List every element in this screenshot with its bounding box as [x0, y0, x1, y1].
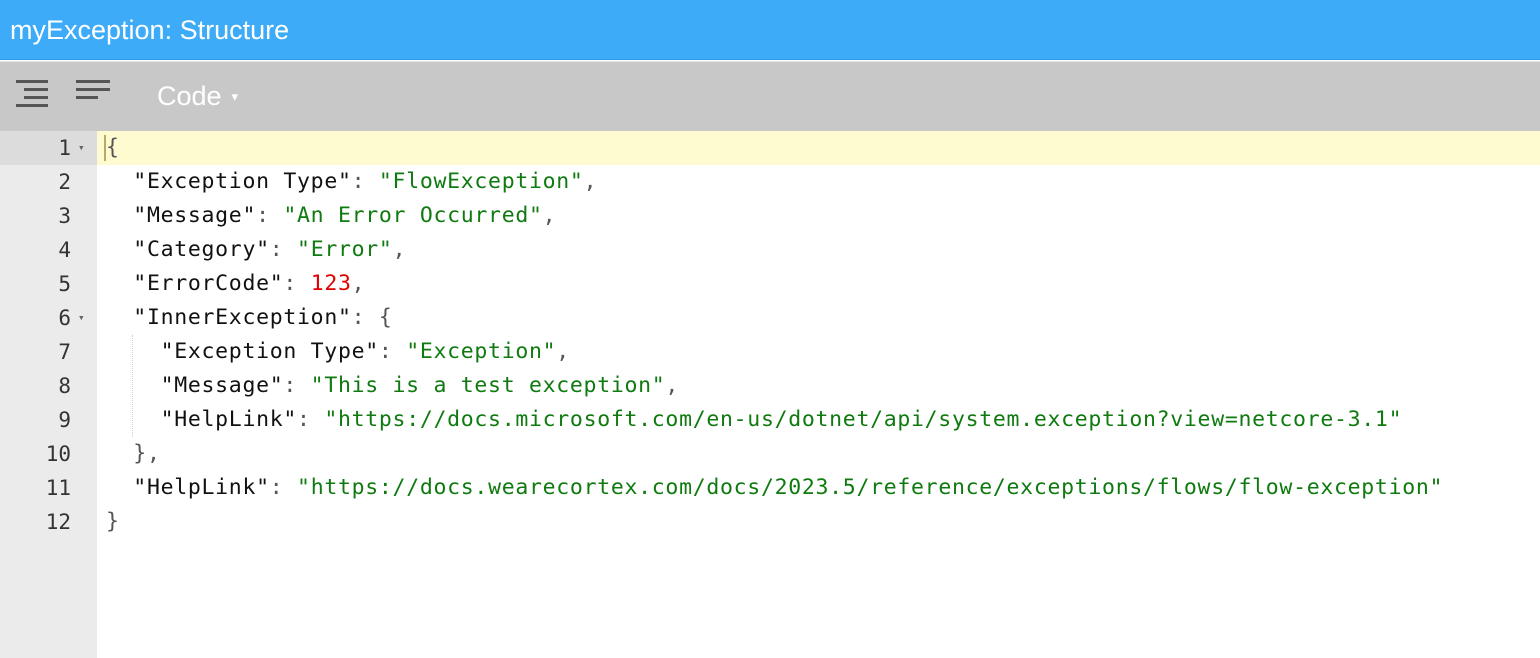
code-line: "Exception Type": "Exception",	[106, 335, 570, 369]
key-token: "Exception Type"	[133, 169, 352, 194]
code-line: },	[106, 437, 161, 471]
line-number: 2	[58, 170, 71, 194]
string-token: "This is a test exception"	[310, 373, 666, 398]
code-line: "ErrorCode": 123,	[106, 267, 365, 301]
code-line: "HelpLink": "https://docs.wearecortex.co…	[106, 471, 1443, 505]
key-token	[106, 237, 133, 262]
punctuation-token: :	[297, 407, 325, 432]
key-token	[106, 305, 133, 330]
code-line: "InnerException": {	[106, 301, 393, 335]
punctuation-token: ,	[392, 237, 407, 262]
mode-label: Code	[157, 81, 222, 111]
gutter-row: 5	[0, 267, 97, 301]
punctuation-token: ,	[351, 271, 366, 296]
punctuation-token: ,	[583, 169, 598, 194]
string-token: "An Error Occurred"	[283, 203, 543, 228]
punctuation-token: :	[269, 237, 298, 262]
code-content[interactable]: { "Exception Type": "FlowException", "Me…	[97, 131, 1540, 658]
string-token: "Error"	[297, 237, 393, 262]
punctuation-token: ,	[542, 203, 557, 228]
key-token: "HelpLink"	[160, 407, 298, 432]
code-line: "Message": "An Error Occurred",	[106, 199, 556, 233]
line-number: 11	[45, 476, 71, 500]
string-token: "FlowException"	[378, 169, 584, 194]
key-token: "InnerException"	[133, 305, 352, 330]
compact-json-icon	[76, 80, 110, 99]
code-line: {	[106, 131, 120, 165]
editor-toolbar: Code ▾	[0, 61, 1540, 131]
punctuation-token: : {	[351, 305, 393, 330]
chevron-down-icon: ▾	[231, 89, 239, 104]
key-token	[106, 203, 133, 228]
mode-dropdown[interactable]: Code ▾	[157, 62, 238, 132]
string-token: "Exception"	[406, 339, 557, 364]
line-number: 10	[45, 442, 71, 466]
code-line: }	[106, 505, 120, 539]
line-number: 8	[58, 374, 71, 398]
gutter-row: 11	[0, 471, 97, 505]
punctuation-token: ,	[665, 373, 680, 398]
key-token	[106, 373, 161, 398]
punctuation-token: :	[378, 339, 407, 364]
gutter-row: 12	[0, 505, 97, 539]
punctuation-token: :	[351, 169, 379, 194]
key-token	[106, 407, 161, 432]
key-token: "HelpLink"	[133, 475, 270, 500]
gutter-row: 7	[0, 335, 97, 369]
line-number: 7	[58, 340, 71, 364]
key-token	[106, 475, 133, 500]
key-token	[106, 271, 133, 296]
gutter-row: 1 ▾	[0, 131, 97, 165]
line-number: 4	[58, 238, 71, 262]
punctuation-token: :	[283, 271, 311, 296]
gutter-row: 8	[0, 369, 97, 403]
punctuation-token: },	[133, 441, 161, 466]
key-token: "Exception Type"	[160, 339, 379, 364]
gutter-row: 6 ▾	[0, 301, 97, 335]
string-token: "https://docs.microsoft.com/en-us/dotnet…	[324, 407, 1403, 432]
format-json-button[interactable]	[12, 76, 52, 114]
punctuation-token: ,	[556, 339, 570, 364]
code-line: "Category": "Error",	[106, 233, 406, 267]
key-token: "Message"	[160, 373, 284, 398]
line-number: 9	[58, 408, 71, 432]
line-number: 12	[45, 510, 71, 534]
compact-json-button[interactable]	[72, 76, 112, 114]
window-title: myException: Structure	[0, 0, 1540, 60]
code-editor[interactable]: 1 ▾ 2 3 4 5 6 ▾ 7 8 9 10 11 12 { "Exception Type": "F…	[0, 131, 1540, 658]
key-token: "Category"	[133, 237, 270, 262]
string-token: "https://docs.wearecortex.com/docs/2023.…	[297, 475, 1444, 500]
line-number: 6	[58, 306, 71, 330]
format-json-icon	[16, 80, 48, 107]
line-number: 1	[58, 136, 71, 160]
punctuation-token: :	[269, 475, 298, 500]
line-number-gutter: 1 ▾ 2 3 4 5 6 ▾ 7 8 9 10 11 12	[0, 131, 97, 658]
code-line: "Exception Type": "FlowException",	[106, 165, 597, 199]
key-token: "Message"	[133, 203, 257, 228]
gutter-row: 4	[0, 233, 97, 267]
fold-toggle-icon[interactable]: ▾	[78, 301, 85, 335]
gutter-row: 10	[0, 437, 97, 471]
code-line: "HelpLink": "https://docs.microsoft.com/…	[106, 403, 1402, 437]
active-line-highlight	[97, 131, 1540, 165]
gutter-row: 3	[0, 199, 97, 233]
line-number: 3	[58, 204, 71, 228]
key-token	[106, 169, 133, 194]
punctuation-token: {	[106, 135, 120, 160]
number-token: 123	[310, 271, 352, 296]
key-token	[106, 339, 161, 364]
punctuation-token: }	[106, 509, 120, 534]
punctuation-token: :	[283, 373, 311, 398]
gutter-row: 9	[0, 403, 97, 437]
key-token: "ErrorCode"	[133, 271, 284, 296]
line-number: 5	[58, 272, 71, 296]
fold-toggle-icon[interactable]: ▾	[78, 131, 85, 165]
code-line: "Message": "This is a test exception",	[106, 369, 679, 403]
gutter-row: 2	[0, 165, 97, 199]
key-token	[106, 441, 133, 466]
punctuation-token: :	[256, 203, 284, 228]
